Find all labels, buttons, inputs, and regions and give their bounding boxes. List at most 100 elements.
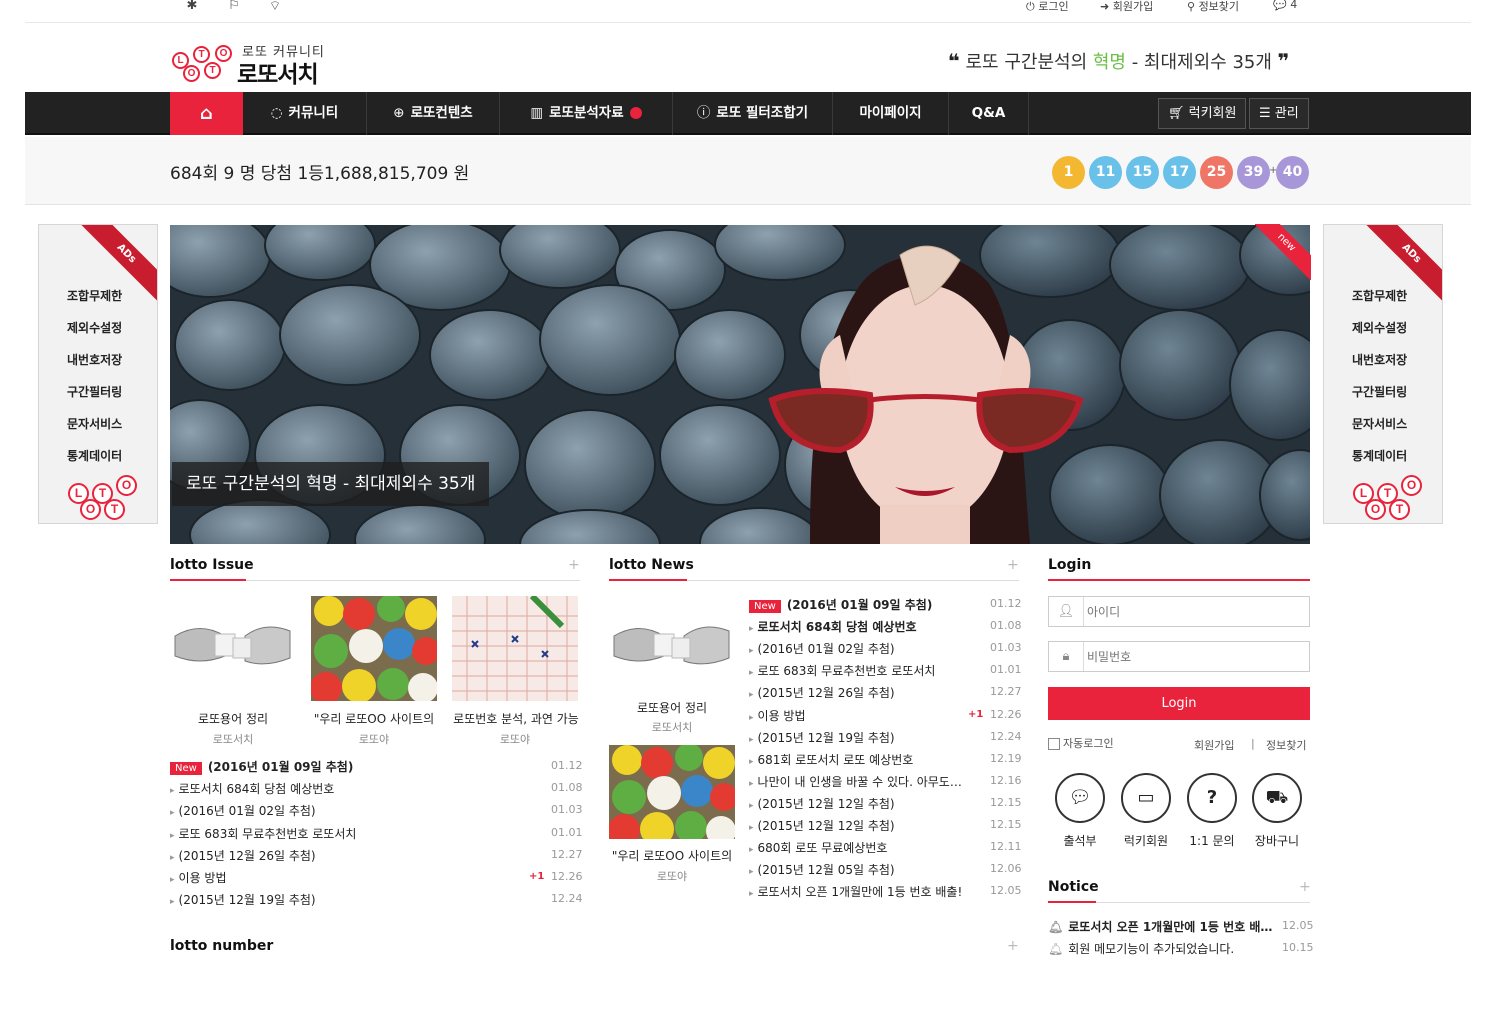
news-thumb-author: 로또서치 <box>651 721 693 734</box>
issue-title[interactable]: lotto Issue <box>170 557 254 573</box>
logo-title[interactable]: 로또서치 <box>237 55 319 89</box>
issue-list-item[interactable]: ▸ 로또 683회 무료추천번호 로또서치 <box>170 825 540 842</box>
lotto-number-more-button[interactable]: + <box>1007 938 1019 954</box>
issue-list-item[interactable]: New (2016년 01월 09일 추첨) <box>170 758 540 775</box>
lucky-member-label: 럭키회원 <box>1188 106 1237 121</box>
find-info-label: 정보찾기 <box>1198 0 1240 13</box>
ad-left[interactable]: ADs 조합무제한 제외수설정 내번호저장 구간필터링 문자서비스 통계데이터 … <box>38 224 158 524</box>
bookmark-icon[interactable]: ⚐ <box>224 0 244 13</box>
post-date: 12.11 <box>990 840 1022 854</box>
password-input[interactable] <box>1087 646 1302 667</box>
thumb-puzzle[interactable] <box>170 596 296 701</box>
truck-icon[interactable]: ⛟ <box>1252 773 1302 823</box>
news-list-item[interactable]: ▸ (2015년 12월 26일 추첨) <box>749 684 981 701</box>
post-title: 나만이 내 인생을 바꿀 수 있다. 아무도… <box>757 774 962 789</box>
news-list-item[interactable]: New (2016년 01월 09일 추첨) <box>749 596 981 613</box>
login-button[interactable]: Login <box>1048 687 1310 720</box>
quote-right-icon: ❞ <box>1277 49 1290 73</box>
slogan-suffix: - 최대제외수 35개 <box>1125 52 1272 73</box>
nav-analysis-label: 로또분석자료 <box>549 105 624 121</box>
notice-list-item[interactable]: 🔔︎ 로또서치 오픈 1개월만에 1등 번호 배… <box>1048 918 1280 935</box>
post-date: 01.12 <box>990 597 1022 610</box>
news-thumb-author: 로또야 <box>656 870 688 883</box>
auto-login-checkbox[interactable] <box>1048 738 1060 750</box>
news-title[interactable]: lotto News <box>609 557 694 573</box>
ad-right[interactable]: ADs 조합무제한 제외수설정 내번호저장 구간필터링 문자서비스 통계데이터 … <box>1323 224 1443 524</box>
news-thumb-balls[interactable] <box>609 745 735 839</box>
news-list-item[interactable]: ▸ (2015년 12월 12일 추첨) <box>749 795 981 812</box>
nav-qna[interactable]: Q&A <box>949 92 1029 135</box>
chat-icon[interactable]: 💬︎ <box>1055 773 1105 823</box>
news-list-item[interactable]: ▸ 681회 로또서치 로또 예상번호 <box>749 751 981 768</box>
winning-ball: 39 <box>1237 156 1270 189</box>
admin-button[interactable]: ☰ 관리 <box>1249 98 1309 129</box>
news-list-item[interactable]: ▸ 680회 로또 무료예상번호 <box>749 839 981 856</box>
issue-list-item[interactable]: ▸ (2016년 01월 02일 추첨) <box>170 802 540 819</box>
news-list-item[interactable]: ▸ (2015년 12월 19일 추첨) <box>749 729 981 746</box>
thumb-caption[interactable]: "우리 로또OO 사이트의 <box>311 710 437 727</box>
nav-filter[interactable]: ⓘ 로또 필터조합기 <box>673 92 833 135</box>
post-date: 12.24 <box>990 729 1022 743</box>
news-more-button[interactable]: + <box>1007 557 1019 573</box>
news-list-item[interactable]: ▸ 로또서치 684회 당첨 예상번호 <box>749 618 981 635</box>
issue-list-item[interactable]: ▸ 이용 방법 <box>170 869 540 886</box>
thumb-ticket[interactable] <box>452 596 578 701</box>
login-find-link[interactable]: 정보찾기 <box>1266 737 1306 753</box>
issue-list-item[interactable]: ▸ (2015년 12월 19일 추첨) <box>170 891 540 908</box>
news-list-item[interactable]: ▸ 이용 방법 <box>749 707 981 724</box>
nav-contents[interactable]: ⊕ 로또컨텐츠 <box>367 92 500 135</box>
comments-link[interactable]: 💬 4 <box>1273 0 1297 11</box>
notice-title[interactable]: Notice <box>1048 879 1099 895</box>
thumb-caption[interactable]: 로또번호 분석, 과연 가능 <box>452 710 580 727</box>
issue-more-button[interactable]: + <box>568 557 580 573</box>
post-title: 로또서치 684회 당첨 예상번호 <box>178 782 335 797</box>
post-title: 로또서치 오픈 1개월만에 1등 번호 배출! <box>757 885 963 900</box>
issue-list-item[interactable]: ▸ 로또서치 684회 당첨 예상번호 <box>170 780 540 797</box>
nav-analysis[interactable]: ▥ 로또분석자료 <box>500 92 673 135</box>
logo-letter: O <box>215 45 232 62</box>
hero-new-corner: new <box>1255 224 1311 280</box>
news-list-item[interactable]: ▸ (2015년 12월 05일 추첨) <box>749 861 981 878</box>
home-icon: ⌂ <box>200 103 213 124</box>
thumb-caption[interactable]: 로또용어 정리 <box>170 710 296 727</box>
news-thumb-caption[interactable]: "우리 로또OO 사이트의 <box>609 847 735 864</box>
quick-label: 장바구니 <box>1254 834 1300 848</box>
search-icon: ⚲ <box>1187 0 1199 13</box>
nav-home[interactable]: ⌂ <box>170 92 243 135</box>
question-icon[interactable]: ? <box>1187 773 1237 823</box>
lotto-number-title[interactable]: lotto number <box>170 938 273 954</box>
hero-caption[interactable]: 로또 구간분석의 혁명 - 최대제외수 35개 <box>172 462 490 506</box>
nav-community[interactable]: ◌ 커뮤니티 <box>243 92 367 135</box>
notice-list-item[interactable]: 🔔︎ 회원 메모기능이 추가되었습니다. <box>1048 940 1280 957</box>
find-info-link[interactable]: ⚲ 정보찾기 <box>1187 0 1239 14</box>
post-date: 01.03 <box>551 803 583 817</box>
nav-mypage[interactable]: 마이페이지 <box>833 92 949 135</box>
rss-icon[interactable]: ⌔ <box>265 0 285 14</box>
auto-login[interactable]: 자동로그인 <box>1048 735 1114 751</box>
news-thumb-caption[interactable]: 로또용어 정리 <box>609 699 735 716</box>
bug-icon[interactable]: ✱ <box>182 0 202 13</box>
news-list-item[interactable]: ▸ 로또 683회 무료추천번호 로또서치 <box>749 662 981 679</box>
ad-item: 조합무제한 <box>1352 289 1408 303</box>
id-field[interactable]: 👤︎ <box>1048 596 1310 627</box>
post-title: 로또 683회 무료추천번호 로또서치 <box>178 826 357 841</box>
login-join-link[interactable]: 회원가입 <box>1194 737 1234 753</box>
login-link[interactable]: ⏻ 로그인 <box>1026 0 1069 14</box>
notice-more-button[interactable]: + <box>1299 879 1311 895</box>
ad-item: 문자서비스 <box>67 417 123 431</box>
winning-ball: 17 <box>1163 156 1196 189</box>
thumb-balls[interactable] <box>311 596 437 701</box>
lucky-member-button[interactable]: 🛒︎ 럭키회원 <box>1158 98 1247 129</box>
password-field[interactable]: 🔒︎ <box>1048 641 1310 672</box>
id-input[interactable] <box>1087 601 1302 622</box>
login-title: Login <box>1048 557 1092 573</box>
battery-icon[interactable]: ▭ <box>1121 773 1171 823</box>
issue-list-item[interactable]: ▸ (2015년 12월 26일 추첨) <box>170 847 540 864</box>
news-list-item[interactable]: ▸ 나만이 내 인생을 바꿀 수 있다. 아무도… <box>749 773 981 790</box>
news-list-item[interactable]: ▸ (2016년 01월 02일 추첨) <box>749 640 981 657</box>
news-list-item[interactable]: ▸ (2015년 12월 12일 추첨) <box>749 817 981 834</box>
join-link[interactable]: ➜ 회원가입 <box>1100 0 1153 14</box>
winning-ball: 11 <box>1089 156 1122 189</box>
news-list-item[interactable]: ▸ 로또서치 오픈 1개월만에 1등 번호 배출! <box>749 883 981 900</box>
news-thumb-puzzle[interactable] <box>609 596 735 701</box>
